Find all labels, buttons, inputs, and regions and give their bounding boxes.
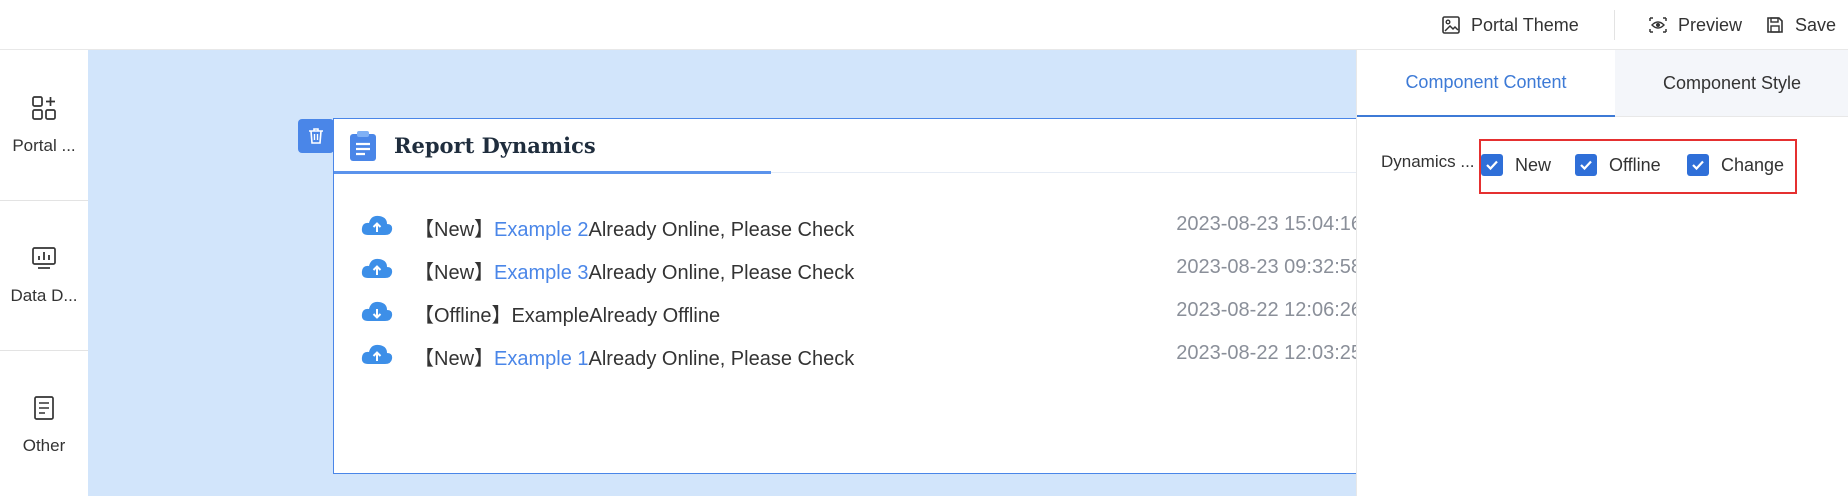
timestamp: 2023-08-22 12:06:26 bbox=[1176, 299, 1362, 321]
top-toolbar: Portal Theme Preview Save bbox=[0, 0, 1848, 50]
cloud-upload-icon bbox=[361, 258, 393, 278]
report-dynamics-component[interactable]: Report Dynamics 【New】Example 2Already On… bbox=[333, 118, 1425, 474]
trash-icon bbox=[309, 128, 323, 144]
message-suffix: Already Online, Please Check bbox=[588, 219, 855, 241]
portal-theme-button[interactable]: Portal Theme bbox=[1441, 12, 1579, 38]
list-item: 【New】Example 1Already Online, Please Che… bbox=[334, 334, 1424, 374]
cloud-upload-icon bbox=[361, 344, 393, 364]
list-item: 【Offline】ExampleAlready Offline 2023-08-… bbox=[334, 291, 1424, 331]
dynamic-message: 【Offline】ExampleAlready Offline bbox=[414, 299, 720, 328]
sidebar-item-portal[interactable]: Portal ... bbox=[0, 50, 88, 200]
checkbox-change[interactable]: Change bbox=[1687, 154, 1784, 176]
chart-board-icon bbox=[32, 247, 56, 269]
check-icon bbox=[1580, 160, 1592, 171]
checkbox-label: New bbox=[1515, 154, 1552, 175]
check-icon bbox=[1486, 160, 1498, 171]
tab-component-style[interactable]: Component Style bbox=[1615, 50, 1848, 117]
message-prefix: 【New】 bbox=[414, 219, 495, 241]
save-button[interactable]: Save bbox=[1765, 12, 1836, 38]
checkbox-offline[interactable]: Offline bbox=[1575, 154, 1661, 176]
left-sidebar: Portal ... Data D... Other bbox=[0, 50, 88, 496]
message-suffix: Already Online, Please Check bbox=[588, 348, 855, 370]
component-header: Report Dynamics bbox=[334, 119, 1424, 174]
add-component-icon bbox=[32, 96, 56, 120]
message-suffix: Already Online, Please Check bbox=[588, 262, 855, 284]
checkbox-label: Offline bbox=[1609, 154, 1661, 175]
timestamp: 2023-08-23 15:04:16 bbox=[1176, 213, 1362, 235]
save-floppy-icon bbox=[1767, 17, 1783, 33]
sidebar-item-other[interactable]: Other bbox=[0, 350, 88, 500]
timestamp: 2023-08-22 12:03:25 bbox=[1176, 342, 1362, 364]
theme-image-icon bbox=[1442, 16, 1460, 34]
portal-theme-label: Portal Theme bbox=[1471, 14, 1579, 35]
preview-button[interactable]: Preview bbox=[1648, 12, 1742, 38]
tab-component-content[interactable]: Component Content bbox=[1357, 50, 1615, 117]
clipboard-icon bbox=[350, 131, 376, 161]
sidebar-item-label: Data D... bbox=[10, 286, 78, 305]
active-underline bbox=[334, 171, 771, 174]
message-prefix: 【Offline】ExampleAlready Offline bbox=[414, 305, 721, 327]
check-icon bbox=[1692, 160, 1704, 171]
report-link[interactable]: Example 2 bbox=[494, 219, 589, 241]
design-canvas[interactable]: Report Dynamics 【New】Example 2Already On… bbox=[88, 50, 1425, 496]
sidebar-item-data[interactable]: Data D... bbox=[0, 200, 88, 350]
dynamics-checkbox-group: New Offline Change bbox=[1479, 139, 1797, 194]
checkbox-box[interactable] bbox=[1687, 154, 1709, 176]
cloud-upload-icon bbox=[361, 215, 393, 235]
cloud-download-icon bbox=[361, 301, 393, 321]
component-title: Report Dynamics bbox=[394, 133, 596, 158]
checkbox-box[interactable] bbox=[1575, 154, 1597, 176]
preview-label: Preview bbox=[1678, 14, 1743, 35]
checkbox-box[interactable] bbox=[1481, 154, 1503, 176]
checkbox-new[interactable]: New bbox=[1481, 154, 1551, 176]
dynamics-field-label: Dynamics ... bbox=[1381, 152, 1475, 171]
sidebar-item-label: Other bbox=[22, 436, 66, 455]
sidebar-item-label: Portal ... bbox=[12, 136, 76, 155]
toolbar-divider bbox=[1614, 10, 1615, 40]
list-item: 【New】Example 2Already Online, Please Che… bbox=[334, 205, 1424, 245]
report-link[interactable]: Example 1 bbox=[494, 348, 589, 370]
document-icon bbox=[34, 396, 54, 420]
message-prefix: 【New】 bbox=[414, 348, 495, 370]
properties-panel: Component Content Component Style Dynami… bbox=[1356, 50, 1848, 496]
dynamic-message: 【New】Example 2Already Online, Please Che… bbox=[414, 213, 854, 242]
preview-eye-icon bbox=[1649, 17, 1667, 33]
timestamp: 2023-08-23 09:32:58 bbox=[1176, 256, 1362, 278]
save-label: Save bbox=[1795, 14, 1837, 35]
delete-component-button[interactable] bbox=[298, 119, 334, 153]
checkbox-label: Change bbox=[1721, 154, 1785, 175]
dynamic-message: 【New】Example 1Already Online, Please Che… bbox=[414, 342, 854, 371]
message-prefix: 【New】 bbox=[414, 262, 495, 284]
list-item: 【New】Example 3Already Online, Please Che… bbox=[334, 248, 1424, 288]
report-link[interactable]: Example 3 bbox=[494, 262, 589, 284]
dynamic-message: 【New】Example 3Already Online, Please Che… bbox=[414, 256, 854, 285]
